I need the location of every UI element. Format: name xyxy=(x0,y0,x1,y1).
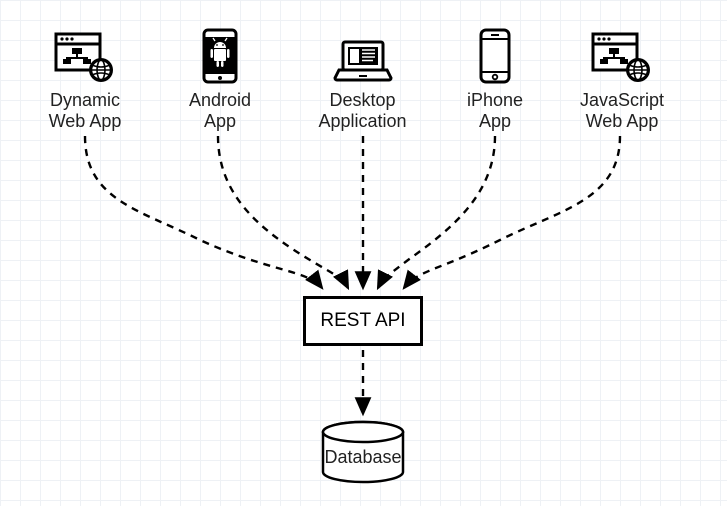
client-label-line2: Application xyxy=(300,111,425,132)
diagram-canvas: Dynamic Web App Android App xyxy=(0,0,727,506)
client-desktop-app: Desktop Application xyxy=(300,28,425,131)
client-android-app: Android App xyxy=(175,28,265,131)
database-label: Database xyxy=(324,447,401,467)
client-label-line1: JavaScript xyxy=(562,90,682,111)
laptop-icon xyxy=(300,28,425,84)
rest-api-label: REST API xyxy=(320,310,405,332)
client-iphone-app: iPhone App xyxy=(455,28,535,131)
client-label-line1: iPhone xyxy=(455,90,535,111)
browser-sitemap-globe-icon xyxy=(30,28,140,84)
client-label-line2: Web App xyxy=(30,111,140,132)
client-javascript-web-app: JavaScript Web App xyxy=(562,28,682,131)
client-label-line2: App xyxy=(455,111,535,132)
android-phone-icon xyxy=(175,28,265,84)
client-dynamic-web-app: Dynamic Web App xyxy=(30,28,140,131)
client-label-line1: Android xyxy=(175,90,265,111)
iphone-icon xyxy=(455,28,535,84)
client-label-line1: Desktop xyxy=(300,90,425,111)
database-cylinder: Database xyxy=(317,420,409,491)
client-label-line1: Dynamic xyxy=(30,90,140,111)
database-icon: Database xyxy=(317,420,409,486)
client-label-line2: Web App xyxy=(562,111,682,132)
rest-api-box: REST API xyxy=(303,296,423,346)
browser-sitemap-globe-icon xyxy=(562,28,682,84)
client-label-line2: App xyxy=(175,111,265,132)
